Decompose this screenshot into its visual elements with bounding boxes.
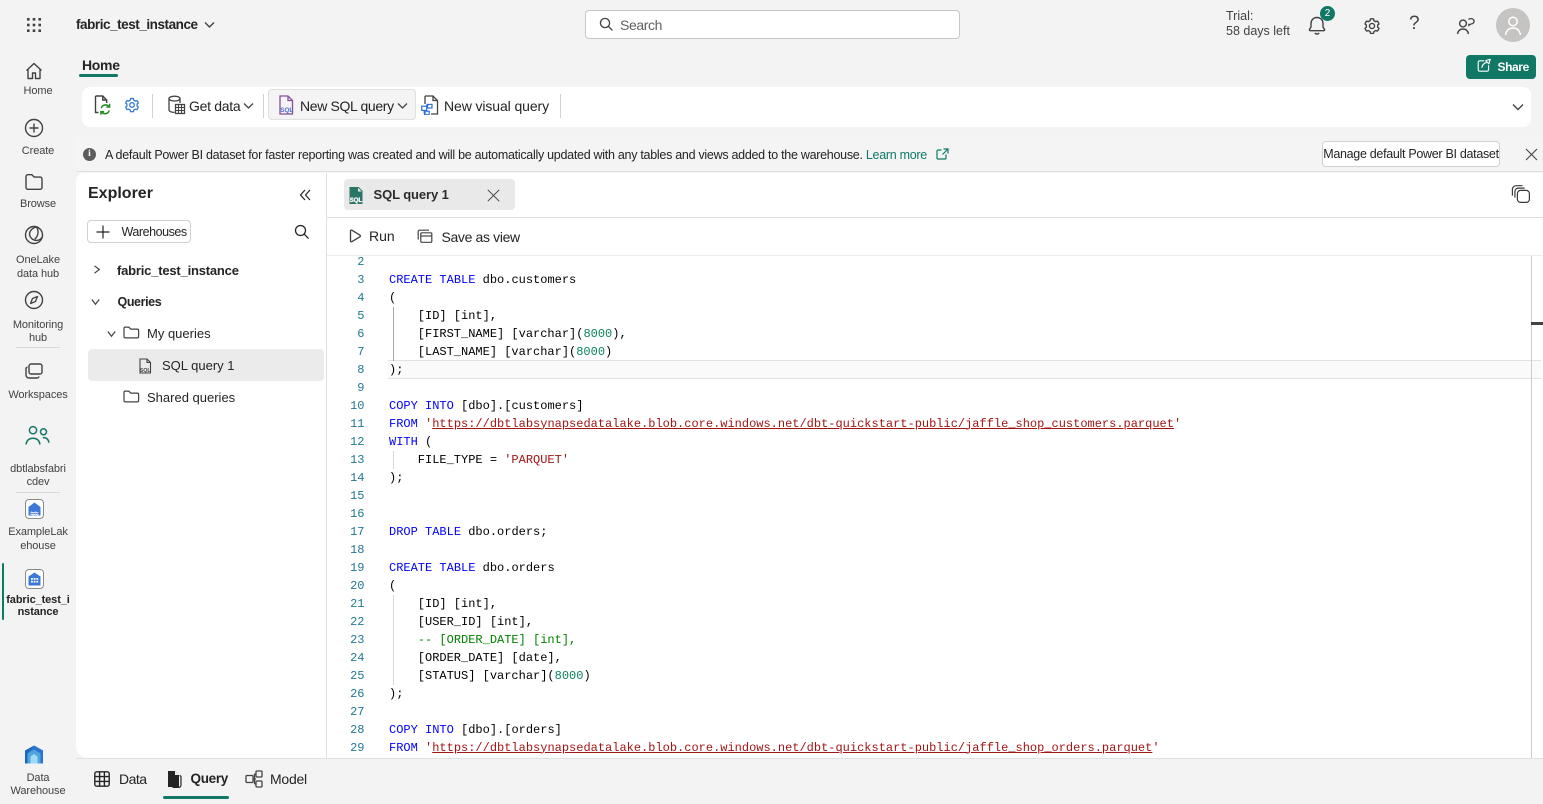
svg-text:SQL: SQL — [140, 368, 152, 374]
svg-text:SQL: SQL — [280, 107, 293, 114]
svg-text:SQL: SQL — [350, 197, 363, 203]
